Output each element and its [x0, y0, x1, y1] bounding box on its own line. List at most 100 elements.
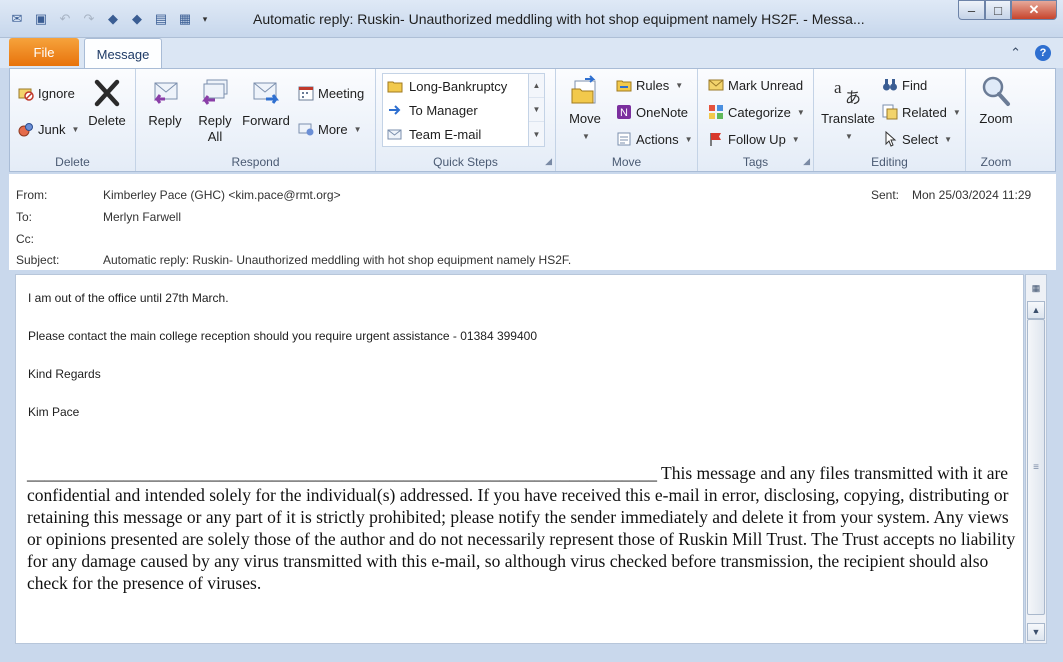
redo-icon[interactable]: ↷	[80, 10, 98, 28]
reply-icon	[154, 82, 178, 104]
actions-button[interactable]: Actions ▼	[616, 131, 693, 147]
help-icon[interactable]: ?	[1035, 45, 1051, 61]
rules-icon	[616, 80, 632, 92]
next-item-icon[interactable]: ◆	[128, 10, 146, 28]
mark-unread-icon	[708, 79, 724, 91]
delete-label: Delete	[88, 113, 126, 128]
translate-icon: aあ	[834, 78, 861, 107]
follow-up-button[interactable]: Follow Up ▼	[708, 131, 800, 147]
respond-group: Reply Reply All Forward Meeting More ▼ Re…	[136, 69, 376, 171]
quick-step-item[interactable]: To Manager	[387, 102, 478, 118]
reply-all-label-1: Reply	[198, 113, 232, 128]
expand-gallery-icon[interactable]: ▼	[529, 122, 544, 146]
related-button[interactable]: Related ▼	[882, 104, 961, 120]
find-label: Find	[902, 77, 928, 93]
ignore-icon	[18, 88, 34, 101]
to-value[interactable]: Merlyn Farwell	[103, 210, 181, 224]
from-value[interactable]: Kimberley Pace (GHC) <kim.pace@rmt.org>	[103, 188, 341, 202]
zoom-button[interactable]: Zoom	[972, 75, 1020, 127]
reply-all-button[interactable]: Reply All	[192, 77, 238, 145]
move-folder-icon	[571, 75, 596, 104]
svg-text:あ: あ	[845, 88, 861, 107]
ignore-label: Ignore	[38, 85, 75, 101]
body-line: I am out of the office until 27th March.	[28, 291, 229, 305]
collapse-ribbon-icon[interactable]: ⌃	[1010, 45, 1021, 61]
chevron-down-icon: ▼	[791, 134, 800, 144]
dialog-launcher-icon[interactable]: ◢	[545, 156, 552, 167]
minimize-button[interactable]: –	[958, 0, 985, 20]
previous-item-icon[interactable]: ◆	[104, 10, 122, 28]
cursor-icon	[885, 131, 897, 147]
meeting-button[interactable]: Meeting	[298, 85, 364, 101]
chevron-down-icon: ▼	[353, 124, 362, 134]
body-line: Kim Pace	[28, 405, 80, 419]
mark-icon[interactable]: ▦	[176, 10, 194, 28]
ignore-button[interactable]: Ignore	[18, 85, 75, 101]
quick-steps-scroll: ▲ ▼ ▼	[528, 74, 544, 146]
print-icon[interactable]: ▤	[152, 10, 170, 28]
quick-steps-group: Long-Bankruptcy To Manager Team E-mail ▲…	[376, 69, 556, 171]
meeting-label: Meeting	[318, 85, 365, 101]
dialog-launcher-icon[interactable]: ◢	[803, 156, 810, 167]
customize-toolbar-icon[interactable]: ▾	[200, 10, 210, 28]
move-group-label: Move	[611, 155, 642, 169]
svg-text:a: a	[834, 78, 842, 97]
mark-unread-label: Mark Unread	[728, 77, 804, 93]
chevron-down-icon: ▼	[952, 107, 961, 117]
more-respond-icon	[298, 123, 314, 136]
categorize-icon	[709, 105, 723, 119]
outlook-mail-icon[interactable]: ✉	[8, 10, 26, 28]
mark-unread-button[interactable]: Mark Unread	[708, 77, 803, 93]
tab-message[interactable]: Message	[84, 38, 162, 69]
svg-text:N: N	[620, 107, 628, 119]
calendar-icon	[298, 86, 314, 101]
scroll-up-icon[interactable]: ▲	[529, 74, 544, 98]
close-button[interactable]: ✕	[1011, 0, 1057, 20]
onenote-icon: N	[617, 105, 631, 119]
tab-file[interactable]: File	[9, 38, 79, 66]
junk-button[interactable]: Junk ▼	[18, 121, 79, 137]
vertical-scrollbar[interactable]: ▦ ▲ ≡ ▼	[1025, 274, 1047, 644]
forward-arrow-icon	[389, 105, 401, 115]
zoom-label: Zoom	[979, 111, 1013, 126]
reply-button[interactable]: Reply	[142, 77, 188, 129]
forward-button[interactable]: Forward	[240, 77, 292, 129]
translate-button[interactable]: aあ Translate ▼	[818, 75, 878, 145]
more-button[interactable]: More ▼	[298, 121, 362, 137]
select-label: Select	[902, 131, 939, 147]
message-body[interactable]: I am out of the office until 27th March.…	[15, 274, 1024, 644]
categorize-label: Categorize	[728, 104, 791, 120]
message-header: From: Kimberley Pace (GHC) <kim.pace@rmt…	[9, 174, 1056, 270]
chevron-down-icon: ▼	[675, 80, 684, 90]
scroll-down-icon[interactable]: ▼	[529, 98, 544, 122]
rules-button[interactable]: Rules ▼	[616, 77, 683, 93]
forward-label: Forward	[242, 113, 290, 128]
delete-group: Ignore Junk ▼ Delete Delete	[10, 69, 136, 171]
scroll-thumb[interactable]: ≡	[1027, 319, 1045, 615]
quick-step-item[interactable]: Team E-mail	[387, 126, 481, 142]
scroll-up-button[interactable]: ▲	[1027, 301, 1045, 319]
chevron-down-icon: ▼	[71, 124, 80, 134]
more-label: More	[318, 121, 348, 137]
respond-group-label: Respond	[231, 155, 280, 169]
quick-step-item[interactable]: Long-Bankruptcy	[387, 78, 507, 94]
from-label: From:	[16, 188, 48, 202]
find-button[interactable]: Find	[882, 77, 927, 93]
move-button[interactable]: Move ▼	[562, 75, 608, 145]
quick-step-label: To Manager	[409, 102, 478, 118]
quick-access-toolbar: ✉ ▣ ↶ ↷ ◆ ◆ ▤ ▦ ▾	[8, 10, 210, 28]
view-options-icon[interactable]: ▦	[1027, 279, 1045, 297]
scroll-down-button[interactable]: ▼	[1027, 623, 1045, 641]
title-bar: ✉ ▣ ↶ ↷ ◆ ◆ ▤ ▦ ▾ Automatic reply: Ruski…	[0, 0, 1063, 38]
onenote-button[interactable]: N OneNote	[616, 104, 688, 120]
ribbon: Ignore Junk ▼ Delete Delete Reply Reply A…	[9, 68, 1056, 172]
undo-icon[interactable]: ↶	[56, 10, 74, 28]
categorize-button[interactable]: Categorize ▼	[708, 104, 805, 120]
select-button[interactable]: Select ▼	[882, 131, 952, 147]
save-icon[interactable]: ▣	[32, 10, 50, 28]
delete-button[interactable]: Delete	[84, 77, 130, 129]
actions-label: Actions	[636, 131, 679, 147]
maximize-button[interactable]: □	[985, 0, 1011, 20]
window-title: Automatic reply: Ruskin- Unauthorized me…	[253, 11, 865, 27]
move-label: Move	[569, 111, 601, 126]
